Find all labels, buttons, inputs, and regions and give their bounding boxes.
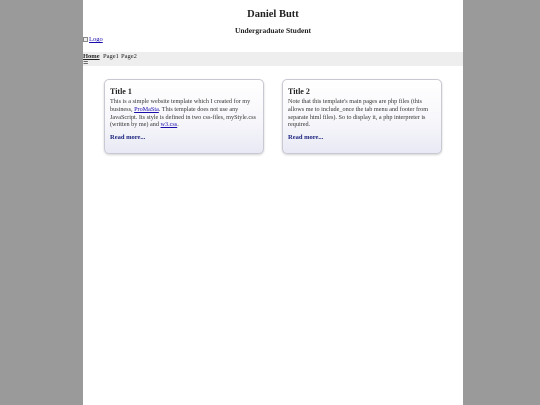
broken-image-icon xyxy=(83,37,88,42)
w3css-link[interactable]: w3.css xyxy=(161,121,178,128)
card-title: Title 2 xyxy=(288,87,310,96)
nav-bar: Home Page1 Page2 ☰ xyxy=(83,52,463,66)
card-body: This is a simple website template which … xyxy=(110,98,258,129)
read-more-link[interactable]: Read more... xyxy=(288,134,436,141)
page-container: Daniel Butt Undergraduate Student Logo H… xyxy=(83,0,463,405)
promasta-link[interactable]: ProMaSta xyxy=(134,106,159,113)
hamburger-menu-icon[interactable]: ☰ xyxy=(83,60,88,66)
logo-alt-text: Logo xyxy=(89,36,103,43)
card-1: Title 1 This is a simple website templat… xyxy=(104,79,264,154)
read-more-link[interactable]: Read more... xyxy=(110,134,258,141)
card-text: . xyxy=(177,121,179,129)
card-2: Title 2 Note that this template's main p… xyxy=(282,79,442,154)
nav-item-page1[interactable]: Page1 xyxy=(103,53,119,60)
nav-item-page2[interactable]: Page2 xyxy=(121,53,137,60)
card-body: Note that this template's main pages are… xyxy=(288,98,429,129)
site-title: Daniel Butt xyxy=(247,9,299,20)
site-subtitle: Undergraduate Student xyxy=(234,26,312,35)
logo-link[interactable]: Logo xyxy=(83,36,103,43)
card-title: Title 1 xyxy=(110,87,132,96)
nav-item-home[interactable]: Home xyxy=(83,53,100,60)
